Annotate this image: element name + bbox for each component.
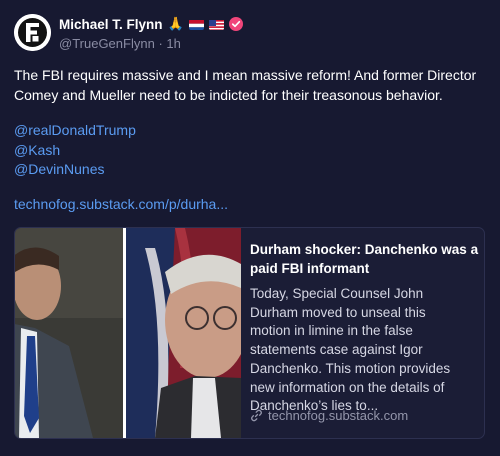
card-description-line: statements case against Igor (250, 342, 423, 358)
card-thumbnail-image (15, 228, 241, 438)
mentions-list: @realDonaldTrump @Kash @DevinNunes (14, 121, 136, 180)
mention-link[interactable]: @realDonaldTrump (14, 121, 136, 141)
author-meta: @TrueGenFlynn · 1h (59, 36, 181, 51)
author-handle[interactable]: @TrueGenFlynn (59, 36, 155, 51)
post-text-line: Comey and Mueller need to be indicted fo… (14, 86, 443, 103)
post: Michael T. Flynn 🙏 @TrueGenFlynn · 1h Th… (0, 0, 500, 456)
card-domain-text: technofog.substack.com (268, 408, 409, 423)
author-name-row: Michael T. Flynn 🙏 (59, 15, 243, 33)
post-time[interactable]: 1h (166, 36, 180, 51)
link-preview-card[interactable]: Durham shocker: Danchenko was a paid FBI… (14, 227, 485, 439)
praying-hands-emoji: 🙏 (167, 16, 184, 31)
card-text: Durham shocker: Danchenko was a paid FBI… (250, 240, 478, 416)
card-title-line: paid FBI informant (250, 261, 370, 276)
usa-flag-icon (208, 19, 224, 30)
post-url-link[interactable]: technofog.substack.com/p/durha... (14, 196, 228, 212)
card-description-line: new information on the details of (250, 379, 445, 395)
post-text: The FBI requires massive and I mean mass… (14, 66, 484, 105)
mention-link[interactable]: @Kash (14, 141, 136, 161)
post-text-line: The FBI requires massive and I mean mass… (14, 67, 477, 83)
avatar[interactable] (14, 14, 51, 51)
meta-separator: · (158, 36, 163, 51)
card-title-line: Durham shocker: Danchenko was a (250, 242, 479, 257)
link-icon (251, 409, 262, 422)
card-domain: technofog.substack.com (250, 408, 408, 423)
card-description-line: Today, Special Counsel John (250, 286, 424, 301)
card-description-line: Durham moved to unseal this (250, 304, 426, 320)
post-url-wrap: technofog.substack.com/p/durha... (14, 196, 228, 212)
netherlands-flag-icon (188, 19, 204, 30)
tgf-logo-icon (14, 14, 51, 51)
mention-link[interactable]: @DevinNunes (14, 160, 136, 180)
card-description: Today, Special Counsel John Durham moved… (250, 285, 478, 416)
card-description-line: Danchenko. This motion provides (250, 360, 451, 376)
card-description-line: motion in limine in the false (250, 323, 413, 339)
verified-check-icon (228, 17, 243, 31)
author-name[interactable]: Michael T. Flynn (59, 17, 163, 32)
card-title: Durham shocker: Danchenko was a paid FBI… (250, 240, 478, 278)
